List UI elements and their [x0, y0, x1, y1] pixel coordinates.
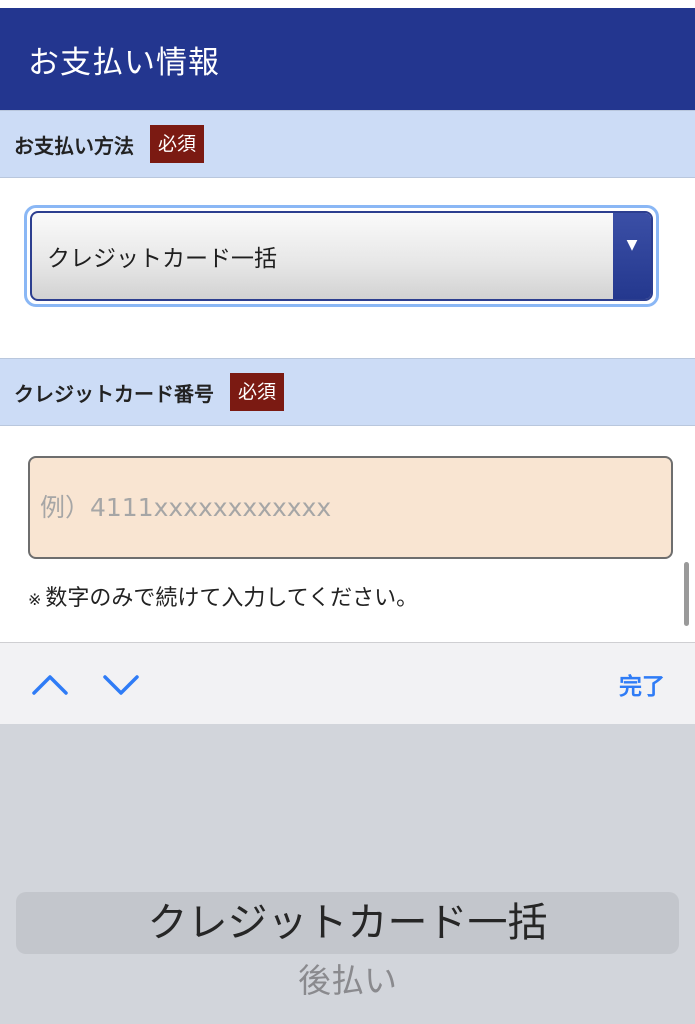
- payment-method-selected-value: クレジットカード一括: [47, 246, 277, 272]
- picker-option-selected[interactable]: クレジットカード一括: [0, 892, 695, 954]
- picker-wheel[interactable]: クレジットカード一括 後払い: [0, 724, 695, 1024]
- chevron-up-icon[interactable]: [30, 667, 70, 701]
- scroll-indicator[interactable]: [684, 562, 689, 626]
- picker-option[interactable]: 後払い: [0, 956, 695, 1006]
- payment-method-select-focus-ring: クレジットカード一括 ▼: [24, 205, 659, 307]
- chevron-down-icon[interactable]: [101, 667, 141, 701]
- keyboard-toolbar: 完了: [0, 642, 695, 724]
- required-badge: 必須: [230, 373, 285, 411]
- payment-method-label: お支払い方法: [14, 133, 134, 158]
- done-button[interactable]: 完了: [619, 667, 665, 701]
- payment-info-page: お支払い情報 お支払い方法 必須 クレジットカード一括 ▼ クレジットカード番号…: [0, 0, 695, 1024]
- card-number-note: ※ 数字のみで続けて入力してください。: [28, 580, 418, 612]
- card-number-note-text: 数字のみで続けて入力してください。: [45, 586, 419, 611]
- required-badge: 必須: [150, 125, 205, 163]
- dropdown-arrow-icon[interactable]: ▼: [613, 213, 651, 299]
- payment-method-select[interactable]: クレジットカード一括 ▼: [30, 211, 653, 301]
- payment-method-section-header: お支払い方法 必須: [0, 110, 695, 178]
- note-mark: ※: [28, 590, 42, 609]
- status-strip: [0, 0, 695, 8]
- card-number-input[interactable]: [28, 456, 673, 559]
- page-header: お支払い情報: [0, 8, 695, 110]
- page-title: お支払い情報: [28, 44, 220, 81]
- card-number-label: クレジットカード番号: [14, 381, 214, 406]
- card-number-section-header: クレジットカード番号 必須: [0, 358, 695, 426]
